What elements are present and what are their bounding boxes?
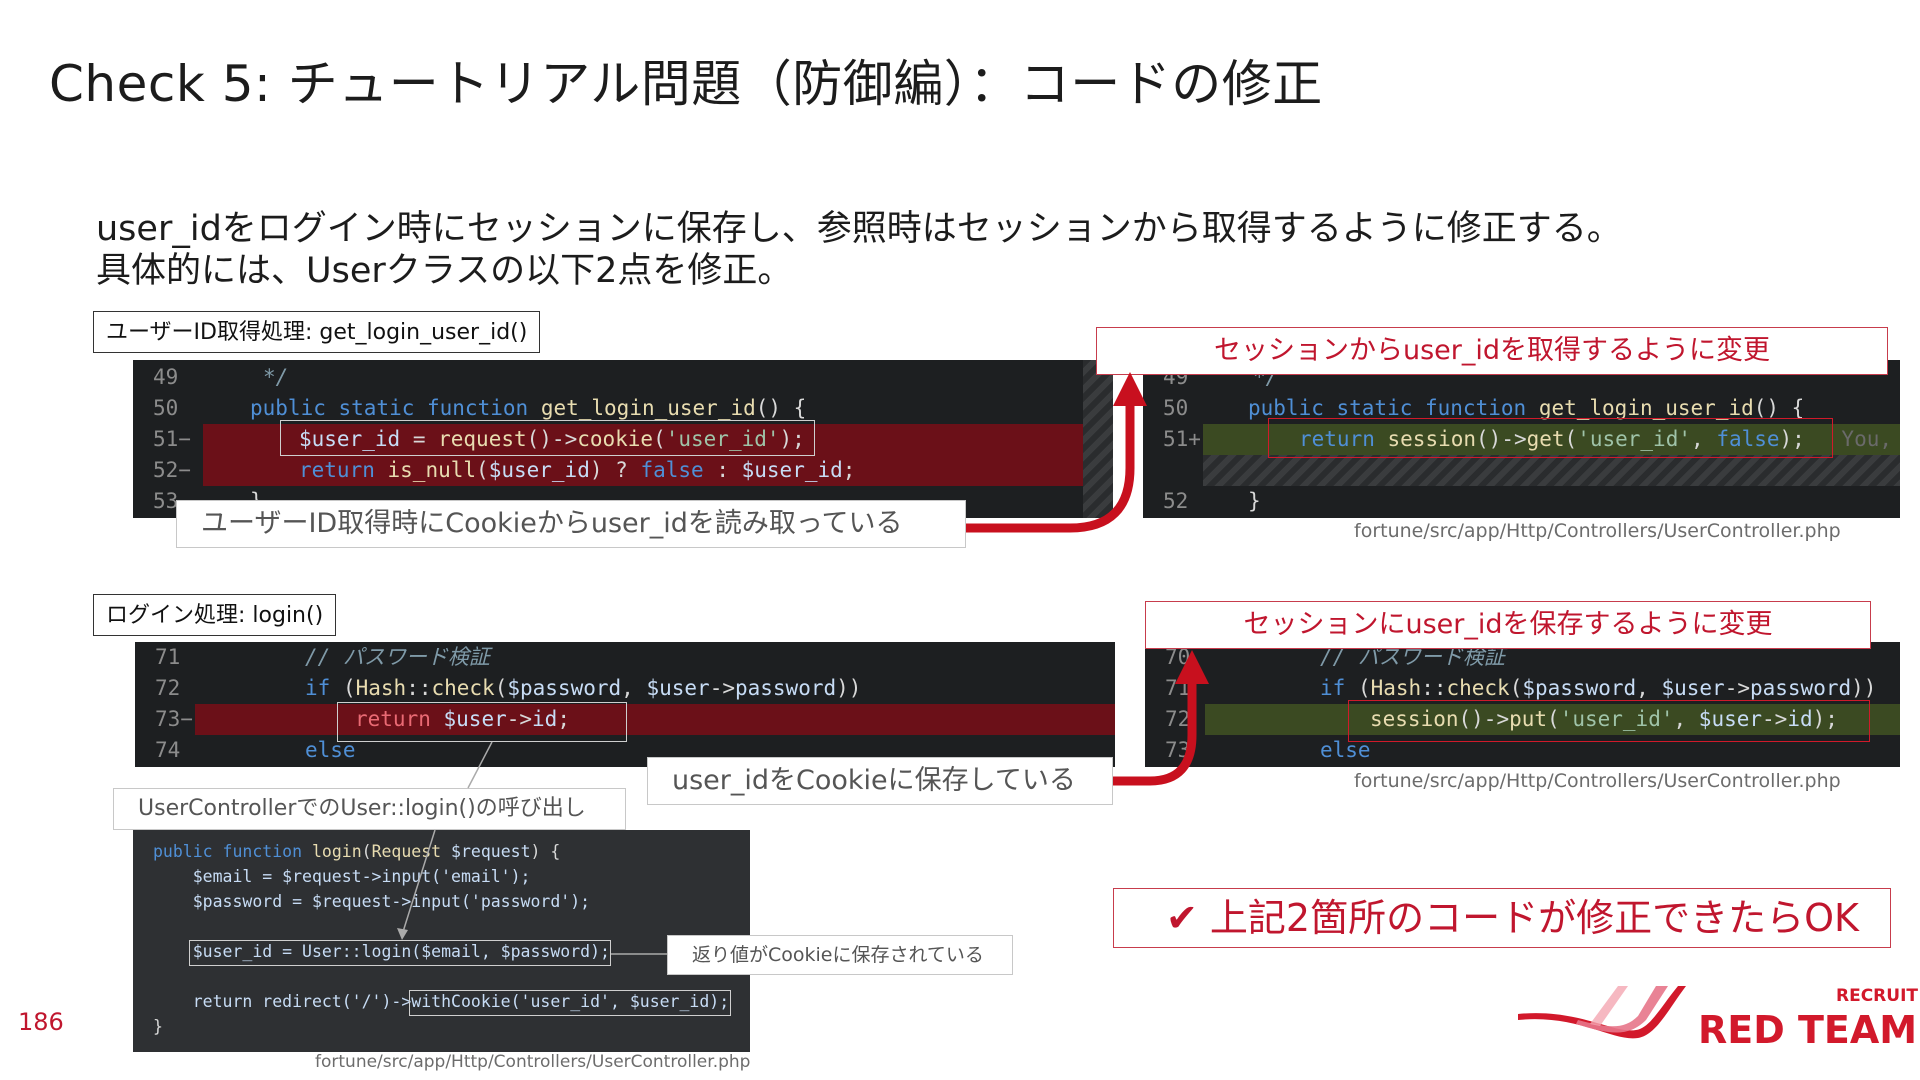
arrows-overlay (397, 372, 1209, 955)
section1-arrow-head (1113, 372, 1147, 406)
section1-arrow (966, 392, 1135, 533)
section2-arrow-head (1175, 650, 1209, 684)
section2-connector (467, 741, 493, 789)
controller-connector (401, 829, 436, 936)
section2-arrow (1113, 670, 1197, 786)
